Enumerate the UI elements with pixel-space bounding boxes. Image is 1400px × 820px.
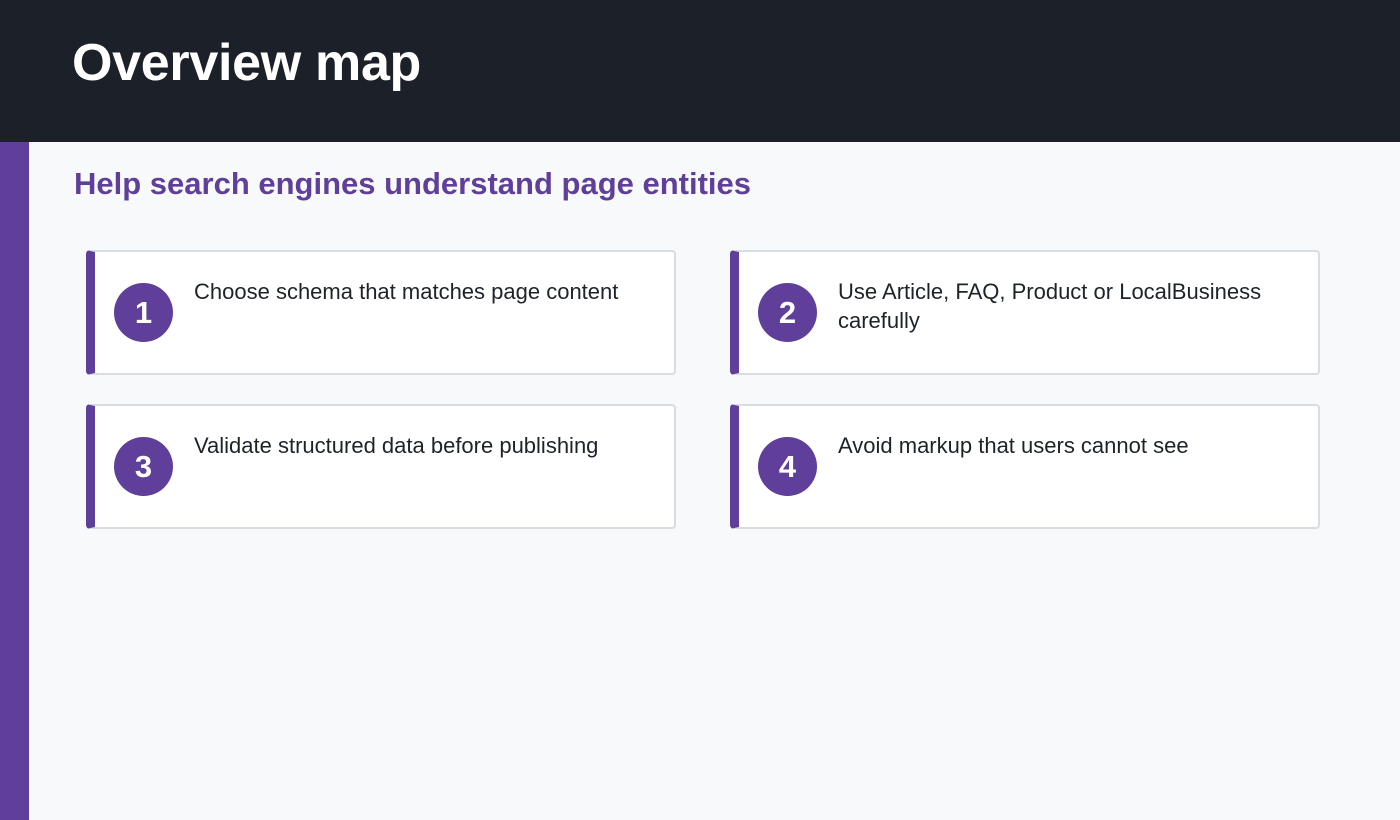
step-card-3: 3 Validate structured data before publis… xyxy=(86,404,676,529)
step-number-badge: 4 xyxy=(758,437,817,496)
step-text: Choose schema that matches page content xyxy=(194,279,619,304)
page-title: Overview map xyxy=(72,34,422,92)
step-card-2: 2 Use Article, FAQ, Product or LocalBusi… xyxy=(730,250,1320,375)
step-text: Avoid markup that users cannot see xyxy=(838,433,1189,458)
step-card-1: 1 Choose schema that matches page conten… xyxy=(86,250,676,375)
section-subtitle: Help search engines understand page enti… xyxy=(74,166,752,201)
step-number-badge: 2 xyxy=(758,283,817,342)
step-text: Use Article, FAQ, Product or LocalBusine… xyxy=(838,279,1262,333)
header-bar: Overview map xyxy=(0,0,1400,142)
step-number-badge: 1 xyxy=(114,283,173,342)
step-text: Validate structured data before publishi… xyxy=(194,433,599,458)
left-accent-bar xyxy=(0,142,29,820)
step-card-4: 4 Avoid markup that users cannot see xyxy=(730,404,1320,529)
step-number-badge: 3 xyxy=(114,437,173,496)
